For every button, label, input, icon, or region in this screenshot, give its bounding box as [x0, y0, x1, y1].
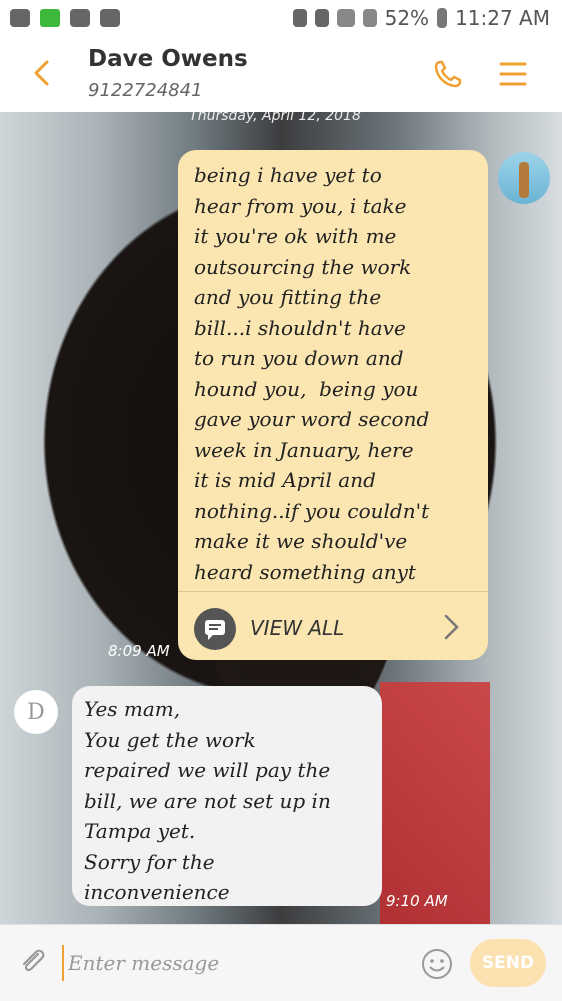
- system-status: 52% 11:27 AM: [292, 6, 550, 30]
- conversation-area[interactable]: Thursday, April 12, 2018 being i have ye…: [0, 112, 562, 924]
- conversation-header: Dave Owens 9122724841: [0, 36, 562, 113]
- battery-icon: [437, 8, 448, 28]
- message-text: Yes mam, You get the work repaired we wi…: [84, 697, 331, 904]
- message-timestamp: 8:09 AM: [108, 642, 170, 660]
- attachment-icon[interactable]: [16, 945, 50, 979]
- giraffe-icon: [519, 162, 529, 198]
- message-input[interactable]: [62, 945, 408, 981]
- message-composer: SEND: [0, 924, 562, 1001]
- gallery-icon: [100, 9, 120, 27]
- youtube-icon: [70, 9, 90, 27]
- outgoing-message-bubble[interactable]: being i have yet to hear from you, i tak…: [178, 150, 488, 660]
- contact-name: Dave Owens: [88, 46, 248, 72]
- battery-percent: 52%: [384, 6, 430, 30]
- menu-icon[interactable]: [498, 58, 528, 90]
- message-icon: [194, 608, 236, 650]
- nfc-icon: [292, 9, 307, 27]
- notification-icons: [10, 9, 120, 27]
- message-timestamp: 9:10 AM: [386, 892, 448, 910]
- back-icon[interactable]: [28, 58, 58, 88]
- send-button[interactable]: SEND: [470, 939, 546, 987]
- w-app-icon: [40, 9, 60, 27]
- signal-icon: [362, 9, 377, 27]
- view-all-label: VIEW ALL: [250, 616, 345, 640]
- date-divider: Thursday, April 12, 2018: [189, 112, 361, 124]
- wifi-icon: [336, 9, 355, 27]
- chat-notification-icon: [10, 9, 30, 27]
- status-bar: 52% 11:27 AM: [0, 0, 562, 36]
- contact-number: 9122724841: [88, 80, 203, 101]
- chevron-right-icon: [436, 612, 466, 642]
- view-all-button[interactable]: VIEW ALL: [178, 591, 488, 661]
- contact-avatar[interactable]: D: [14, 690, 58, 734]
- incoming-message-bubble[interactable]: Yes mam, You get the work repaired we wi…: [72, 686, 382, 906]
- message-text: being i have yet to hear from you, i tak…: [194, 163, 430, 584]
- my-avatar[interactable]: [498, 152, 550, 204]
- clock: 11:27 AM: [455, 6, 550, 30]
- phone-icon[interactable]: [432, 58, 464, 90]
- alarm-icon: [314, 9, 329, 27]
- emoji-icon[interactable]: [420, 947, 454, 981]
